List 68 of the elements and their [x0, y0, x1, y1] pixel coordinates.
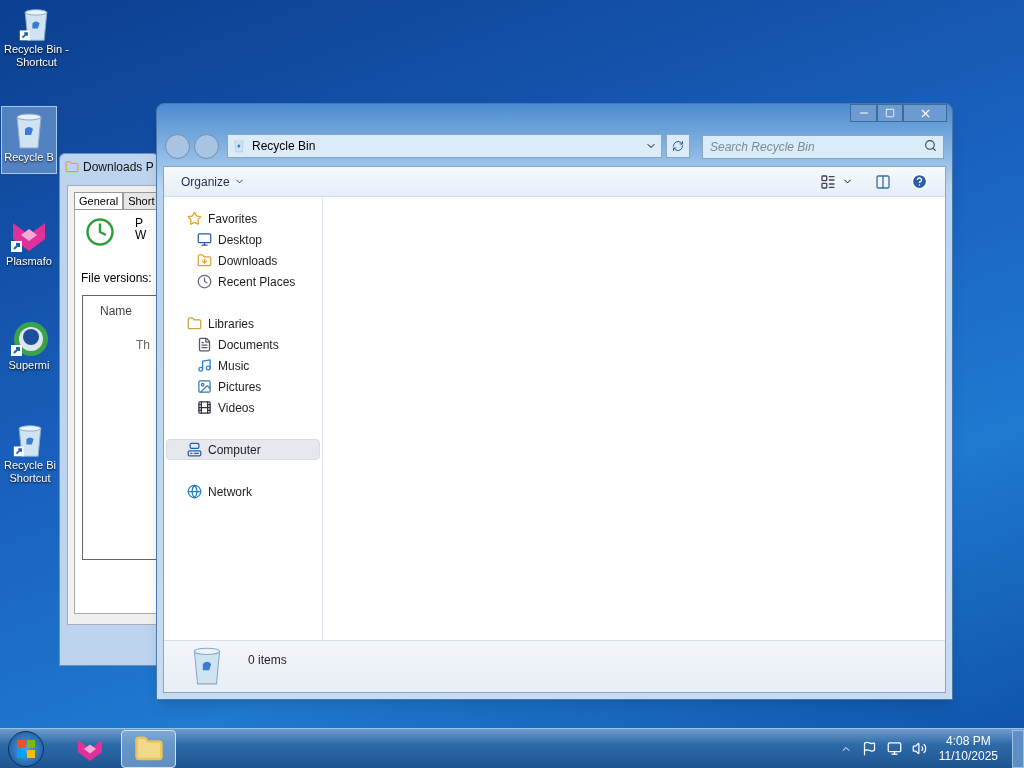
network-icon[interactable]: [886, 741, 902, 756]
item-count: 0 items: [248, 652, 287, 669]
organize-button[interactable]: Organize: [181, 172, 245, 191]
file-versions-label: File versions:: [81, 270, 153, 287]
clock-icon: [85, 217, 115, 247]
windows-logo-icon: [16, 738, 36, 759]
recent-icon: [197, 274, 212, 289]
favorites-icon: [187, 211, 202, 226]
column-header[interactable]: Name: [100, 302, 158, 320]
maximize-button[interactable]: [877, 104, 903, 122]
pictures-icon: [197, 379, 212, 394]
preview-pane-icon[interactable]: [875, 173, 891, 190]
clock-time[interactable]: 4:08 PM: [946, 733, 991, 749]
nav-item[interactable]: Videos: [166, 397, 320, 418]
nav-item[interactable]: Recent Places: [166, 271, 320, 292]
nav-item[interactable]: Favorites: [166, 208, 320, 229]
nav-item[interactable]: Desktop: [166, 229, 320, 250]
icon-label: Shortcut: [9, 472, 51, 485]
nav-item[interactable]: Downloads: [166, 250, 320, 271]
globe-icon: [9, 319, 49, 359]
info-text: W: [135, 229, 147, 241]
icon-label: Recycle Bi: [4, 459, 56, 472]
videos-icon: [197, 400, 212, 415]
desktop-icon[interactable]: Recycle B: [1, 106, 57, 174]
nav-item[interactable]: Music: [166, 355, 320, 376]
documents-icon: [197, 337, 212, 352]
dialog-tab[interactable]: Short: [123, 192, 158, 210]
libraries-icon: [187, 316, 202, 331]
nav-item[interactable]: Libraries: [166, 313, 320, 334]
close-button[interactable]: [903, 104, 947, 122]
taskbar-button[interactable]: [121, 729, 176, 768]
icon-label: Recycle B: [4, 151, 54, 164]
desktop-icon[interactable]: Recycle Bi Shortcut: [1, 418, 59, 486]
info-text: P: [135, 217, 144, 229]
downloads-icon: [197, 253, 212, 268]
dialog-title: Downloads P: [83, 159, 154, 176]
refresh-icon: [672, 140, 684, 152]
empty-message: Th: [136, 337, 151, 354]
folder-icon: [65, 160, 79, 174]
icon-label: Supermi: [8, 359, 50, 372]
recycle-bin-icon: [232, 139, 246, 153]
address-bar[interactable]: Recycle Bin: [227, 134, 662, 158]
maximize-icon: [885, 108, 895, 118]
dialog-tab[interactable]: General: [74, 192, 124, 210]
speaker-icon[interactable]: [911, 741, 927, 756]
minimize-button[interactable]: [850, 104, 877, 122]
flag-icon[interactable]: [861, 741, 877, 756]
help-icon[interactable]: [911, 173, 928, 190]
desktop-icon[interactable]: Supermi: [1, 314, 57, 382]
view-icon[interactable]: [820, 173, 836, 190]
refresh-button[interactable]: [666, 134, 690, 158]
nav-item[interactable]: Documents: [166, 334, 320, 355]
music-icon: [197, 358, 212, 373]
address-text: Recycle Bin: [252, 138, 317, 155]
desktop-icon[interactable]: Plasmafo: [1, 210, 57, 278]
search-icon: [924, 139, 937, 152]
desktop-icon[interactable]: Recycle Bin - Shortcut: [1, 2, 72, 70]
clock-date[interactable]: 11/10/2025: [938, 748, 998, 764]
icon-label: Recycle Bin -: [4, 43, 69, 56]
start-button[interactable]: [8, 730, 44, 767]
network-icon: [187, 484, 202, 499]
icon-label: Plasmafo: [6, 255, 52, 268]
nav-item[interactable]: Network: [166, 481, 320, 502]
desktop-icon: [197, 232, 212, 247]
icon-label: Shortcut: [15, 56, 57, 69]
nav-item[interactable]: Computer: [166, 439, 320, 460]
nav-item[interactable]: Pictures: [166, 376, 320, 397]
search-field[interactable]: Search Recycle Bin: [702, 135, 944, 159]
